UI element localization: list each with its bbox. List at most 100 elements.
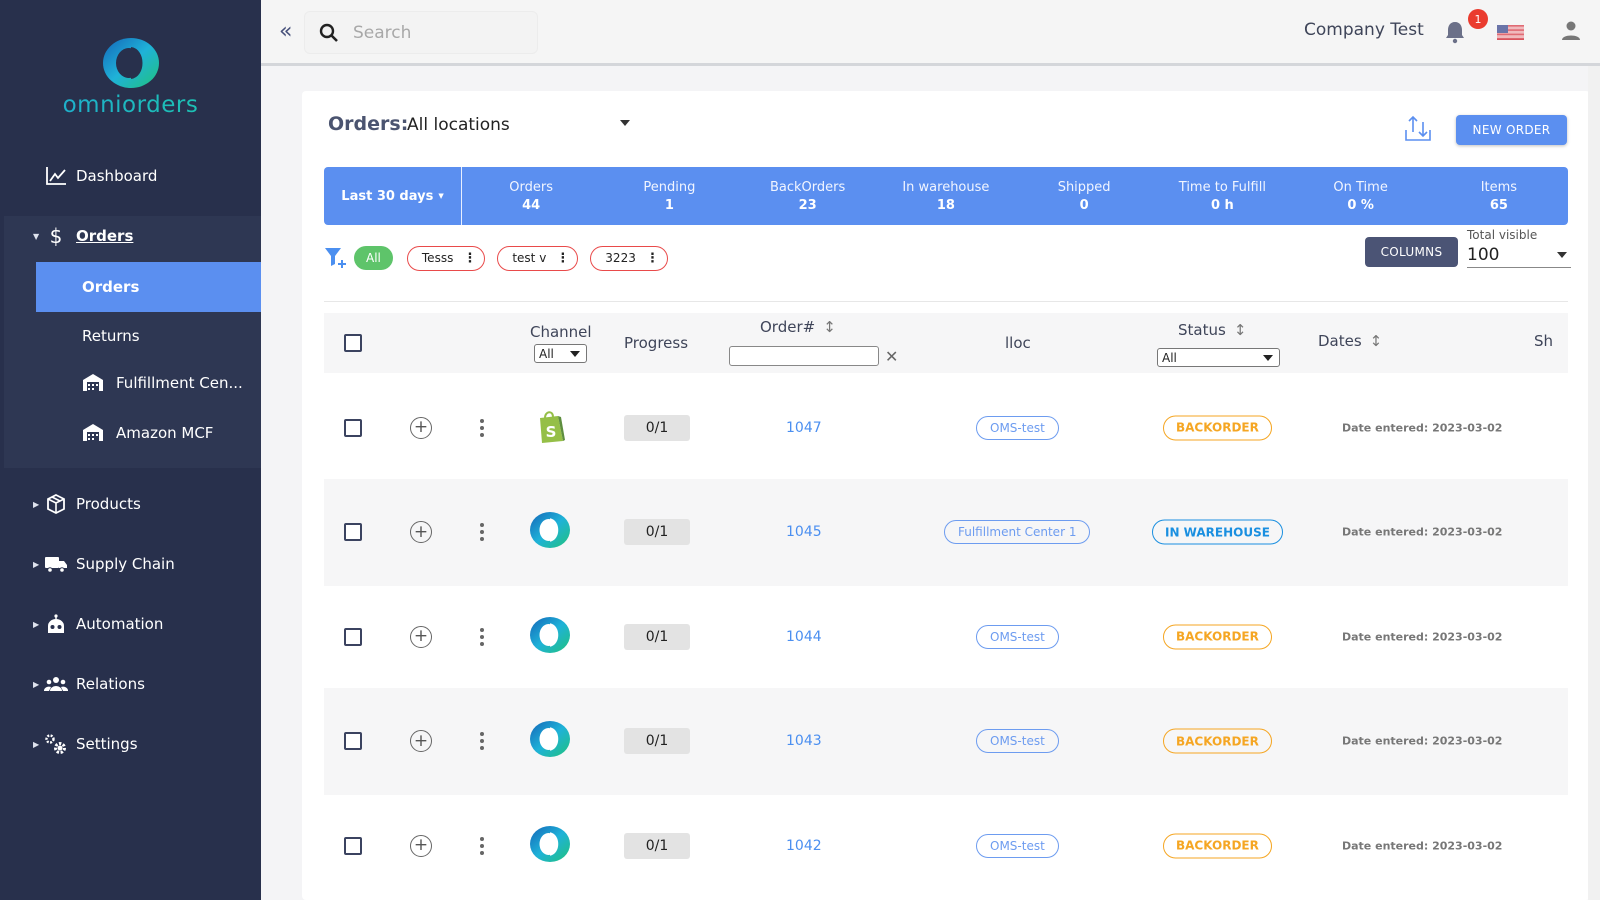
table-row[interactable]: + 0/1 1044 OMS-test BACKORDER Date enter… [324,583,1568,690]
sidebar-item-settings[interactable]: ▶ Settings [0,724,261,764]
order-number-link[interactable]: 1045 [786,524,822,540]
gears-icon [44,732,68,756]
row-menu-icon[interactable] [479,836,485,855]
progress-badge: 0/1 [624,728,690,754]
us-flag-icon[interactable] [1497,25,1524,40]
filter-chip[interactable]: 3223 ⋮ [590,245,668,271]
header-channel: Channel [530,323,592,341]
sidebar-subitem-amazon-mcf[interactable]: Amazon MCF [36,408,261,458]
search-input[interactable] [353,22,513,43]
location-cell: OMS-test [976,729,1059,753]
caret-right-icon: ▶ [33,739,40,749]
row-menu-icon[interactable] [479,418,485,437]
sidebar: omniorders Dashboard ▼ $ Orders Orders R… [0,0,261,900]
row-checkbox[interactable] [344,418,362,437]
sidebar-subitem-fulfillment-center[interactable]: Fulfillment Cen... [36,358,261,408]
order-number-link[interactable]: 1042 [786,838,822,854]
date-entered: Date entered: 2023-03-02 [1342,630,1503,643]
kebab-menu-icon[interactable]: ⋮ [646,251,659,266]
order-number-filter-input[interactable] [729,346,879,366]
clear-filter-icon[interactable]: ✕ [885,347,898,366]
sidebar-item-products[interactable]: ▶ Products [0,484,261,524]
status-filter-select[interactable]: All [1157,348,1280,367]
row-checkbox[interactable] [344,523,362,541]
sidebar-item-dashboard[interactable]: Dashboard [0,156,261,196]
search-box[interactable] [304,11,538,54]
sidebar-item-supply-chain[interactable]: ▶ Supply Chain [0,544,261,584]
table-row[interactable]: + S 0/1 1047 OMS-test BACKORDER Date ent… [324,374,1568,481]
user-account-icon[interactable] [1560,20,1582,46]
caret-right-icon: ▶ [33,499,40,509]
filter-chip[interactable]: Tesss ⋮ [406,245,486,271]
sidebar-subitem-orders[interactable]: Orders [36,262,261,312]
omniorders-channel-icon [529,825,571,867]
kebab-menu-icon[interactable]: ⋮ [556,251,569,266]
bell-icon[interactable] [1444,20,1466,48]
export-import-icon[interactable] [1404,114,1432,146]
add-filter-icon[interactable] [324,247,348,269]
shopify-channel-icon: S [536,409,566,447]
sidebar-item-label: Automation [76,615,164,633]
caret-right-icon: ▶ [33,559,40,569]
expand-row-icon[interactable]: + [410,730,432,752]
expand-row-icon[interactable]: + [410,834,432,857]
collapse-sidebar-icon[interactable]: « [279,20,292,44]
order-number-link[interactable]: 1043 [786,733,822,749]
new-order-button[interactable]: NEW ORDER [1456,115,1567,145]
sidebar-subitem-returns[interactable]: Returns [36,311,261,361]
sidebar-item-relations[interactable]: ▶ Relations [0,664,261,704]
order-number-link[interactable]: 1047 [786,420,822,436]
filter-chip-all[interactable]: All [354,246,393,270]
expand-row-icon[interactable]: + [410,416,432,439]
order-number-link[interactable]: 1044 [786,629,822,645]
warehouse-icon [82,422,104,444]
page-title: Orders: [328,113,409,135]
header-order: Order# ↕ [760,318,836,336]
sidebar-item-automation[interactable]: ▶ Automation [0,604,261,644]
company-name[interactable]: Company Test [1304,20,1424,40]
stat-value: 65 [1489,197,1508,213]
omniorders-icon [530,825,570,862]
stat-pending: Pending 1 [600,167,738,225]
sort-icon[interactable]: ↕ [1234,321,1247,339]
row-checkbox[interactable] [344,836,362,855]
table-row[interactable]: + 0/1 1042 OMS-test BACKORDER Date enter… [324,792,1568,899]
columns-button[interactable]: COLUMNS [1365,237,1458,267]
location-select[interactable]: All locations [407,115,510,135]
row-checkbox[interactable] [344,627,362,646]
stat-value: 0 h [1210,197,1234,213]
status-cell: IN WAREHOUSE [1152,519,1283,545]
location-dropdown-caret-icon[interactable] [620,120,630,126]
kebab-menu-icon[interactable]: ⋮ [463,251,476,266]
sidebar-subitem-label: Fulfillment Cen... [116,374,243,392]
page-scrollbar[interactable] [1588,66,1600,900]
sort-icon[interactable]: ↕ [1370,332,1383,350]
expand-row-icon[interactable]: + [410,625,432,648]
stat-label: BackOrders [769,179,846,195]
row-menu-icon[interactable] [479,732,485,750]
progress-badge: 0/1 [624,414,690,441]
row-menu-icon[interactable] [479,627,485,646]
stat-label: On Time [1333,179,1388,195]
stat-label: Orders [509,179,553,195]
row-checkbox[interactable] [344,732,362,750]
notification-badge: 1 [1468,9,1488,29]
expand-row-icon[interactable]: + [410,521,432,543]
location-badge: OMS-test [976,415,1059,440]
top-bar: « Company Test 1 [261,0,1600,66]
row-menu-icon[interactable] [479,523,485,541]
sort-icon[interactable]: ↕ [823,318,836,336]
total-visible-select[interactable]: 100 [1467,242,1571,268]
brand-logo[interactable]: omniorders [0,36,261,118]
stat-value: 1 [664,197,674,213]
table-row[interactable]: + 0/1 1045 Fulfillment Center 1 IN WAREH… [324,478,1568,586]
shopify-icon: S [540,410,565,443]
channel-filter-select[interactable]: All [534,344,587,363]
period-select[interactable]: Last 30 days ▼ [324,167,462,225]
period-label: Last 30 days [341,188,434,204]
select-all-checkbox[interactable] [344,334,362,352]
box-icon [44,492,68,516]
sidebar-item-orders[interactable]: ▼ $ Orders [0,216,261,256]
filter-chip[interactable]: test v ⋮ [497,245,579,271]
table-row[interactable]: + 0/1 1043 OMS-test BACKORDER Date enter… [324,687,1568,795]
